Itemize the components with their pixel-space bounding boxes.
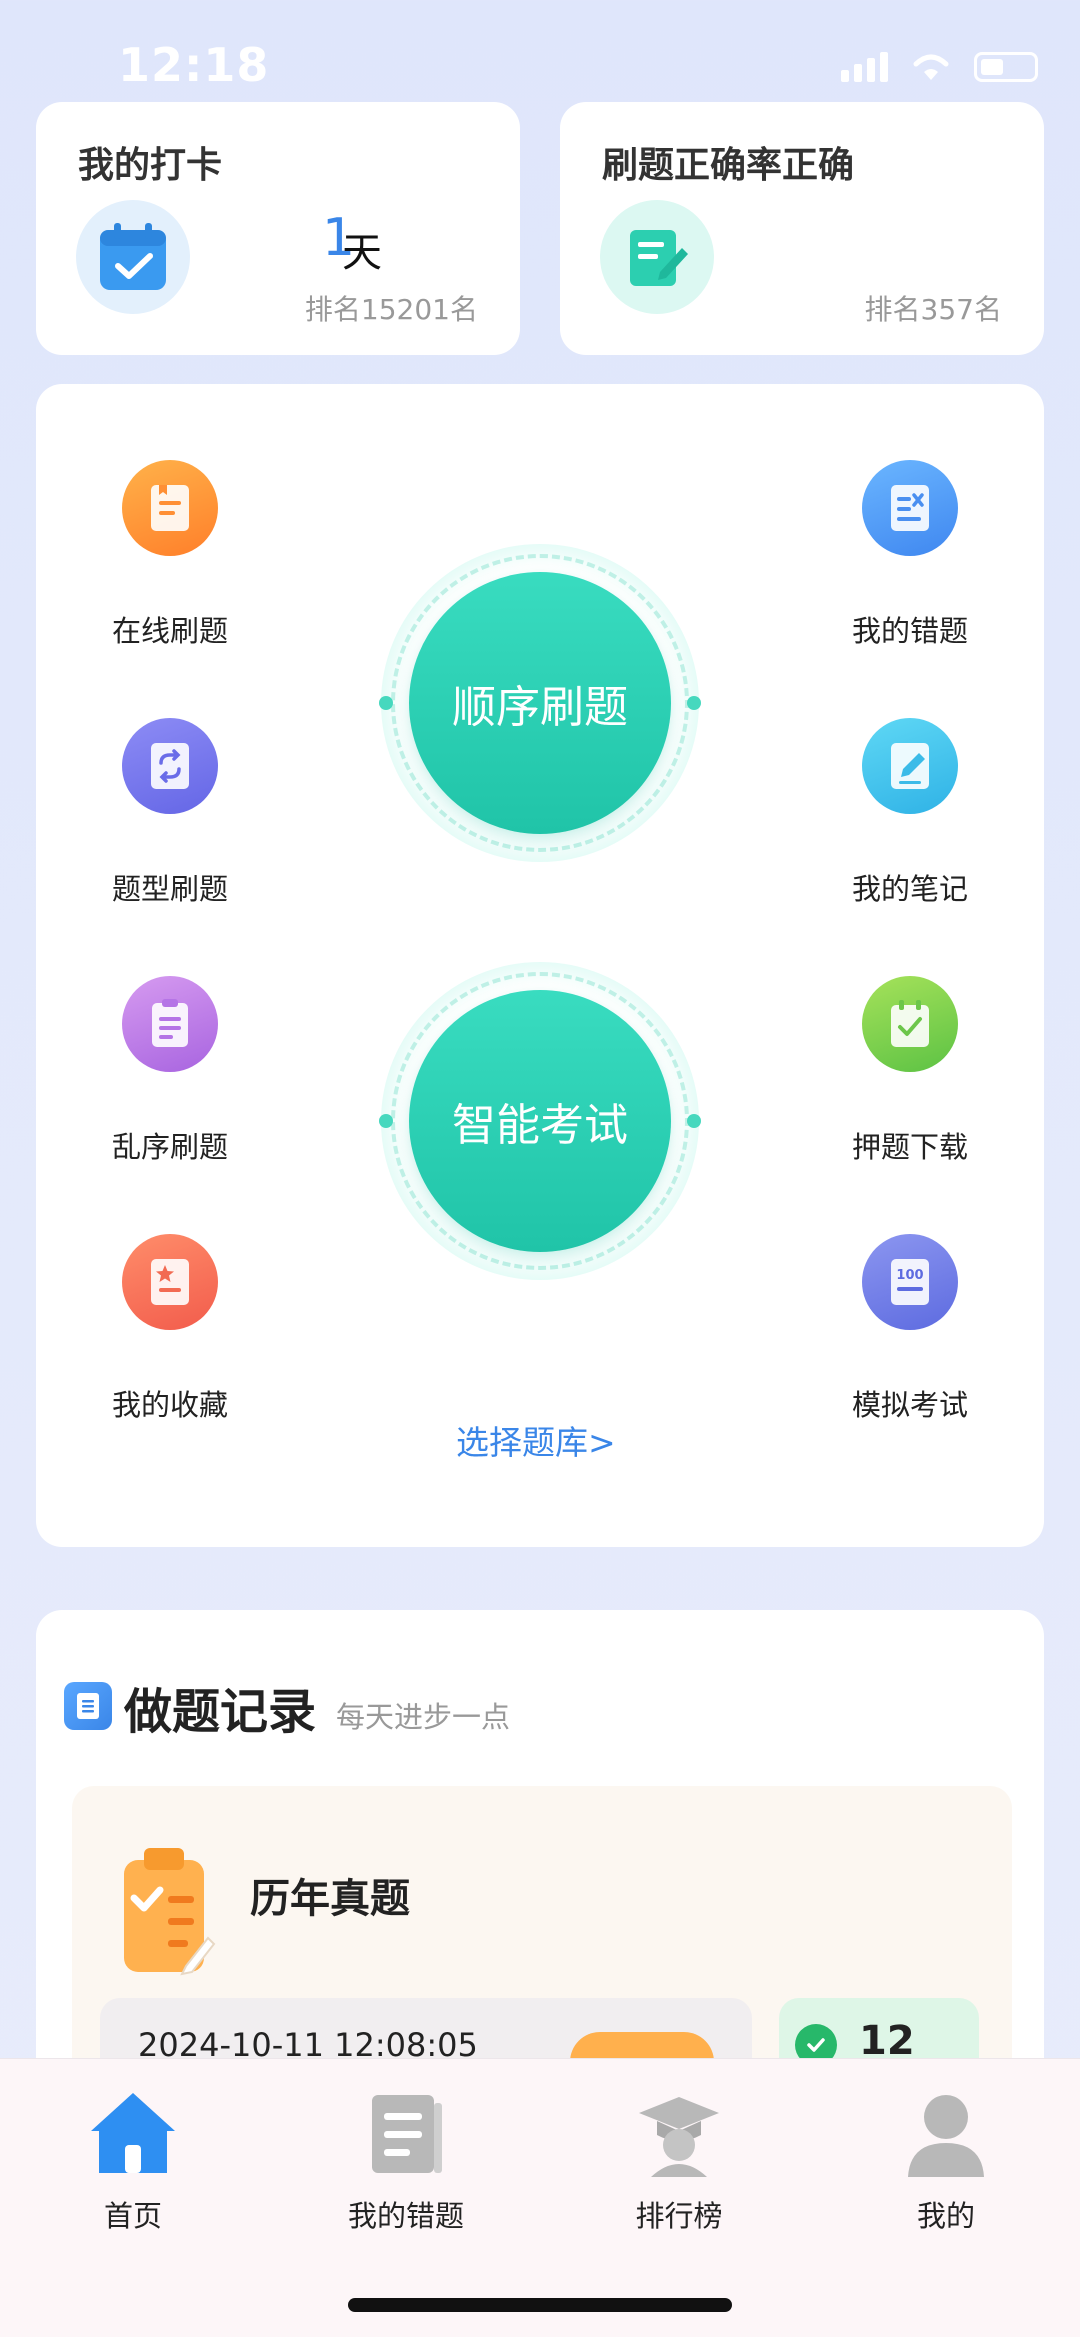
accuracy-rank: 排名357名 (864, 293, 1002, 326)
online-practice-label: 在线刷题 (111, 614, 228, 648)
smart-exam-button[interactable]: 智能考试 (379, 962, 701, 1280)
choose-question-bank-link[interactable]: 选择题库> (456, 1416, 616, 1464)
nav-ranking[interactable]: 排行榜 (579, 2089, 779, 2235)
wifi-icon (913, 54, 949, 80)
mock-exam-button[interactable]: 100 模拟考试 (810, 1234, 1010, 1424)
feature-grid-card: 在线刷题 题型刷题 乱序刷题 我的收藏 我的错题 我的笔记 押题下载 100 模… (36, 384, 1044, 1547)
wrong-questions-button[interactable]: 我的错题 (810, 460, 1010, 650)
accuracy-card[interactable]: 刷题正确率正确 排名357名 (560, 102, 1044, 355)
type-practice-button[interactable]: 题型刷题 (70, 718, 270, 908)
wrong-doc-icon (862, 460, 958, 556)
notes-label: 我的笔记 (851, 872, 968, 906)
mock-exam-label: 模拟考试 (851, 1388, 968, 1422)
checkin-unit: 天 (342, 230, 382, 276)
random-practice-label: 乱序刷题 (111, 1130, 228, 1164)
type-practice-label: 题型刷题 (111, 872, 228, 906)
signal-icon (841, 52, 888, 82)
favorites-button[interactable]: 我的收藏 (70, 1234, 270, 1424)
home-indicator (348, 2298, 732, 2312)
notebook-icon (372, 2095, 442, 2173)
refresh-doc-icon (122, 718, 218, 814)
checkin-title: 我的打卡 (78, 145, 223, 186)
status-icons (841, 52, 1038, 82)
wrong-questions-label: 我的错题 (851, 614, 968, 648)
book-icon (122, 460, 218, 556)
notes-button[interactable]: 我的笔记 (810, 718, 1010, 908)
user-icon (908, 2095, 984, 2177)
star-doc-icon (122, 1234, 218, 1330)
nav-home[interactable]: 首页 (33, 2089, 233, 2235)
bottom-nav: 首页 我的错题 排行榜 我的 (0, 2058, 1080, 2337)
calendar-icon (76, 200, 190, 314)
smart-exam-label: 智能考试 (409, 990, 671, 1252)
nav-mine[interactable]: 我的 (846, 2089, 1046, 2235)
favorites-label: 我的收藏 (111, 1388, 228, 1422)
battery-icon (974, 52, 1038, 82)
home-icon (91, 2093, 175, 2173)
accuracy-title: 刷题正确率正确 (602, 145, 855, 186)
nav-wrong-questions[interactable]: 我的错题 (306, 2089, 506, 2235)
random-practice-button[interactable]: 乱序刷题 (70, 976, 270, 1166)
online-practice-button[interactable]: 在线刷题 (70, 460, 270, 650)
sequential-practice-label: 顺序刷题 (409, 572, 671, 834)
status-bar: 12:18 (0, 0, 1080, 100)
nav-ranking-label: 排行榜 (635, 2199, 723, 2233)
predict-download-label: 押题下载 (851, 1130, 968, 1164)
document-icon (64, 1682, 112, 1730)
nav-home-label: 首页 (103, 2199, 162, 2233)
sequential-practice-button[interactable]: 顺序刷题 (379, 544, 701, 862)
record-item-title: 历年真题 (250, 1876, 410, 1922)
predict-download-button[interactable]: 押题下载 (810, 976, 1010, 1166)
clipboard-icon (122, 976, 218, 1072)
nav-wrong-label: 我的错题 (347, 2199, 464, 2233)
svg-text:100: 100 (896, 1268, 923, 1283)
record-title: 做题记录 (124, 1684, 317, 1740)
checkin-card[interactable]: 我的打卡 1 天 排名15201名 (36, 102, 520, 355)
record-subtitle: 每天进步一点 (336, 1700, 511, 1734)
status-time: 12:18 (118, 38, 270, 92)
check-calendar-icon (862, 976, 958, 1072)
score-100-icon: 100 (862, 1234, 958, 1330)
nav-mine-label: 我的 (916, 2199, 975, 2233)
checkin-rank: 排名15201名 (304, 293, 478, 326)
clipboard-check-icon (124, 1848, 216, 1976)
edit-note-icon (600, 200, 714, 314)
pen-note-icon (862, 718, 958, 814)
graduate-icon (639, 2097, 719, 2177)
